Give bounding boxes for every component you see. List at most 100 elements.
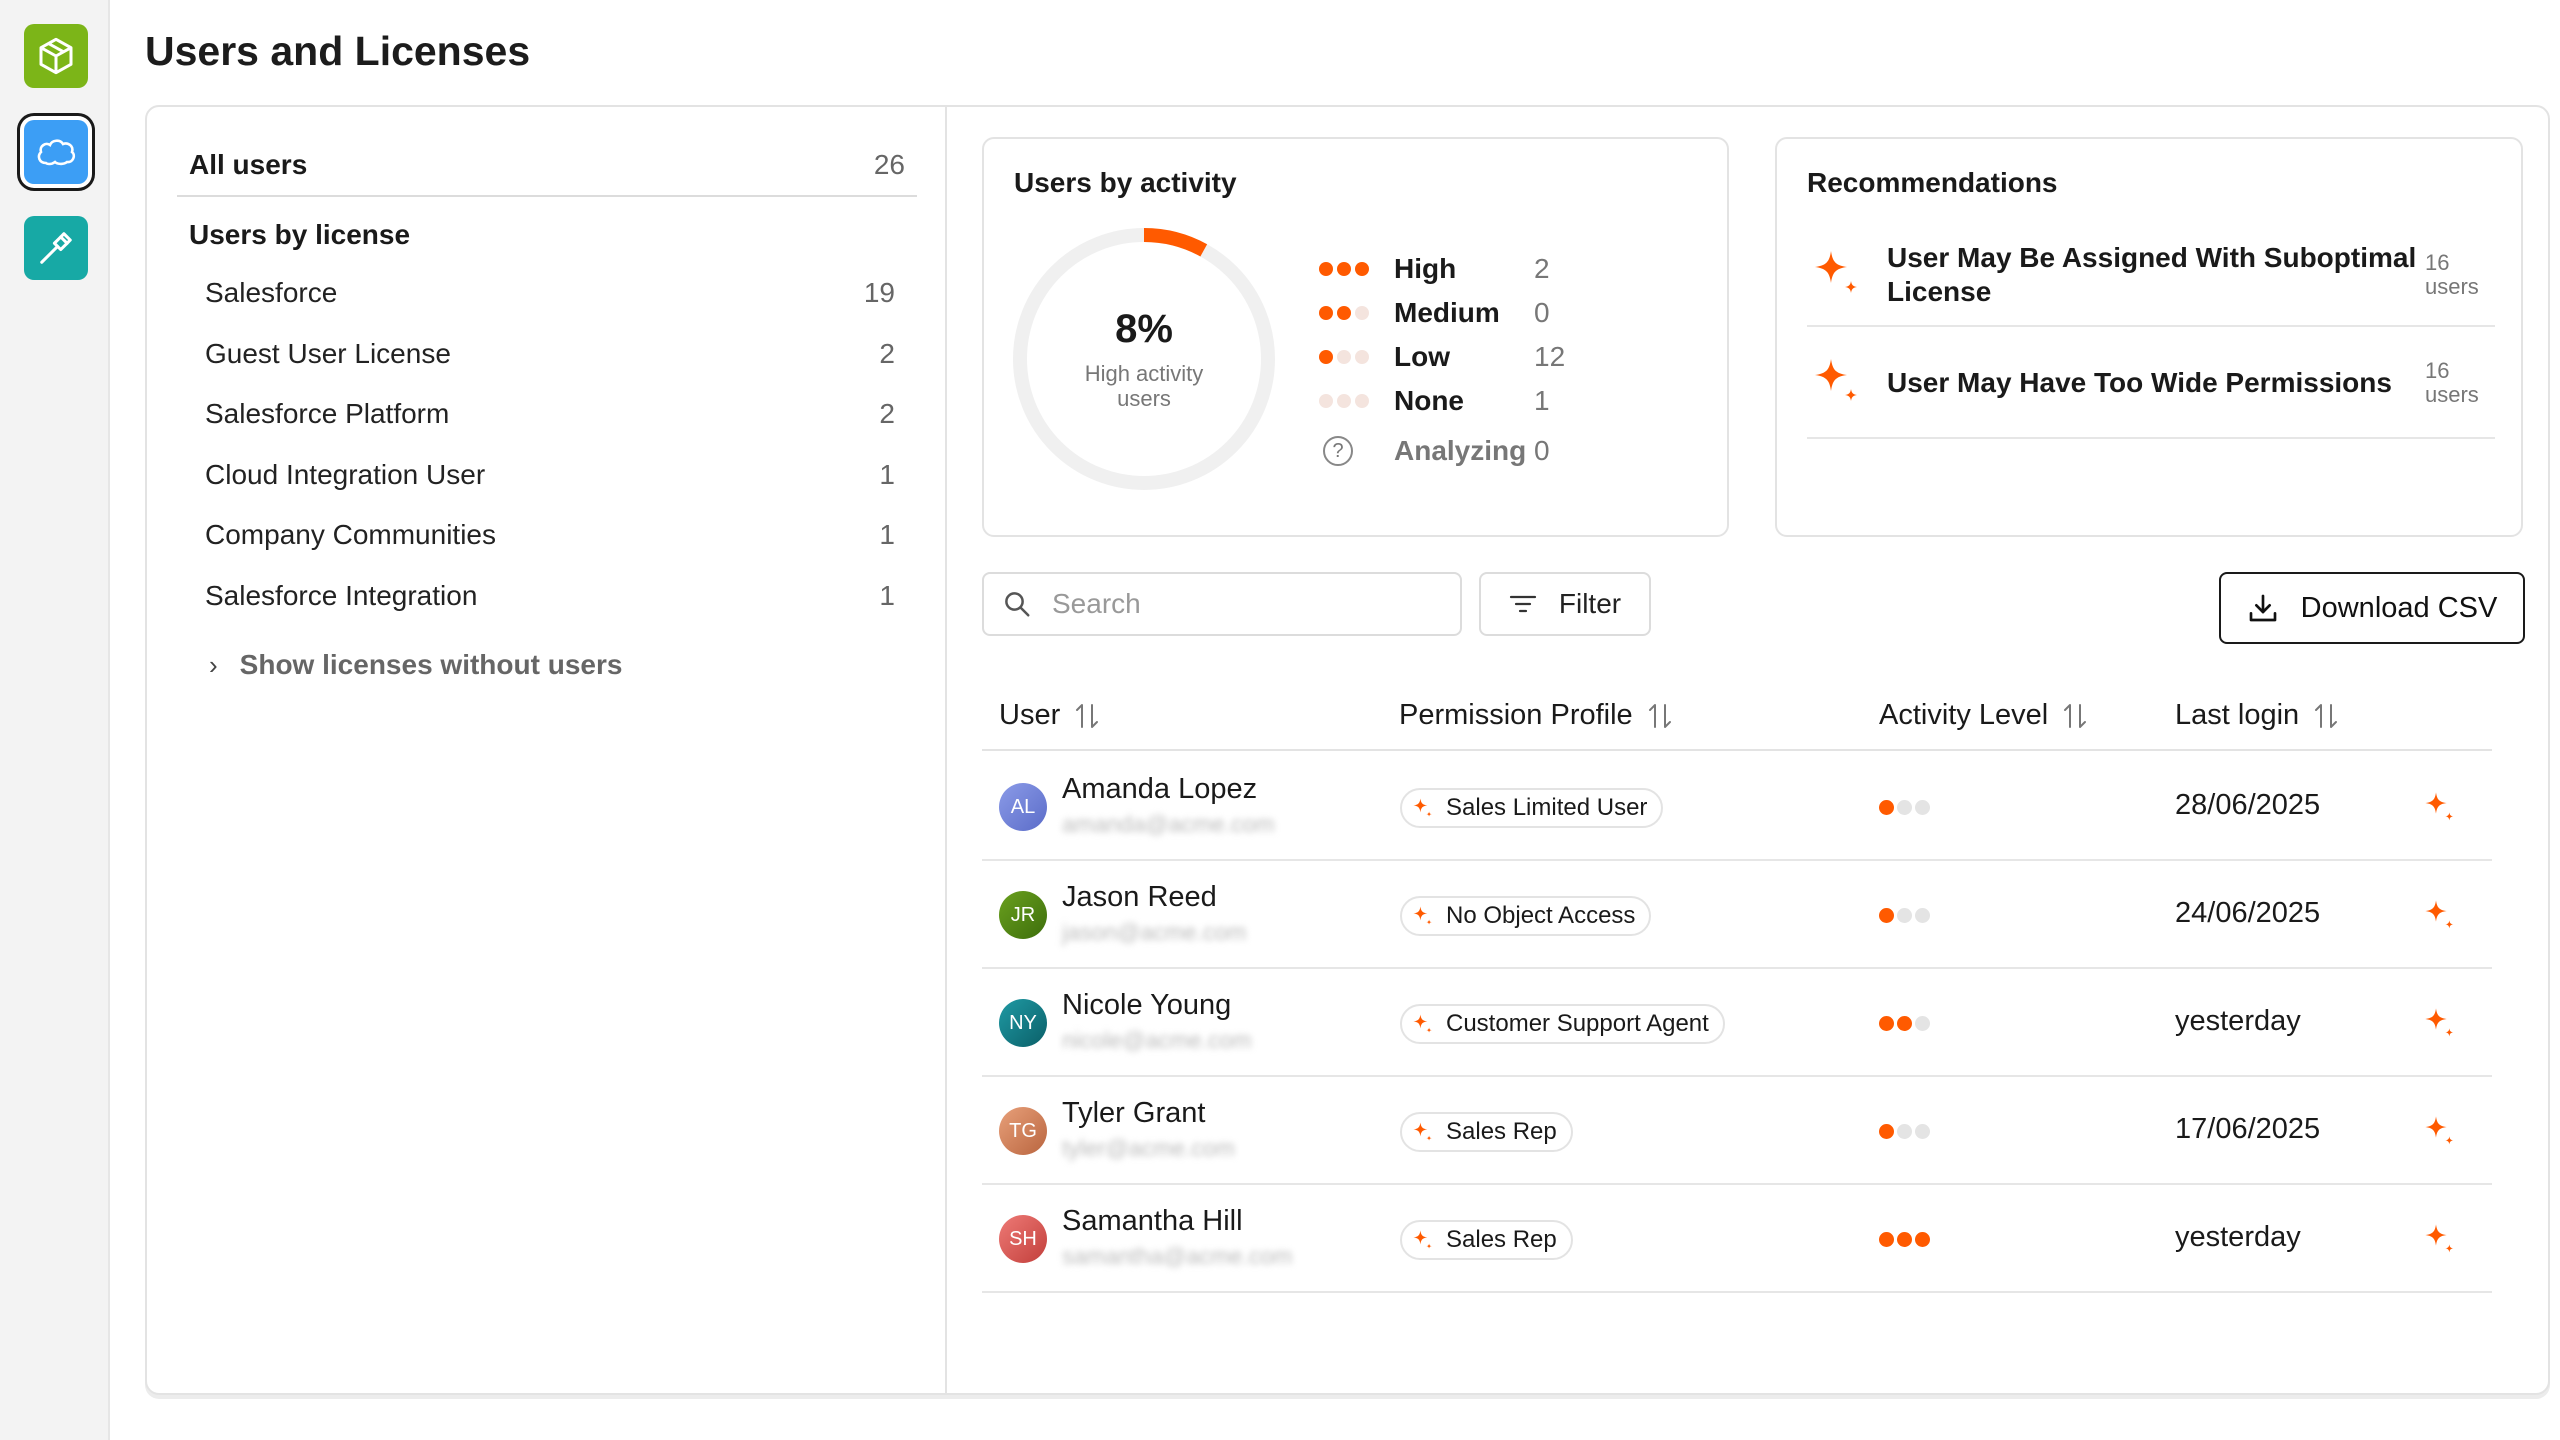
- search-input[interactable]: [1052, 588, 1432, 620]
- user-name[interactable]: Tyler Grant: [1062, 1097, 1205, 1130]
- license-count: 19: [863, 277, 895, 308]
- activity-row-high[interactable]: High 2: [1319, 247, 1565, 291]
- permission-profile-pill[interactable]: Customer Support Agent: [1400, 1004, 1725, 1044]
- chevron-right-icon: ›: [209, 649, 218, 680]
- column-permission-profile[interactable]: Permission Profile: [1399, 699, 1673, 732]
- profile-label: Customer Support Agent: [1446, 1010, 1709, 1037]
- download-csv-button[interactable]: Download CSV: [2219, 572, 2525, 644]
- license-item-guest-user[interactable]: Guest User License 2: [205, 338, 905, 399]
- salesforce-cloud-icon[interactable]: [24, 120, 88, 184]
- filter-label: Filter: [1558, 588, 1622, 619]
- all-users-count: 26: [873, 149, 905, 180]
- question-circle-icon: ?: [1323, 436, 1353, 466]
- sort-icon[interactable]: [2313, 701, 2339, 731]
- user-name[interactable]: Jason Reed: [1062, 881, 1217, 914]
- recommendation-suboptimal-license[interactable]: User May Be Assigned With Suboptimal Lic…: [1807, 225, 2495, 327]
- user-email: samantha@acme.com: [1062, 1243, 1293, 1269]
- recommendation-wide-permissions[interactable]: User May Have Too Wide Permissions 16 use…: [1807, 329, 2495, 439]
- activity-level-dots-icon: [1879, 1232, 1930, 1247]
- activity-dot-filled: [1879, 1124, 1894, 1139]
- license-item-salesforce-platform[interactable]: Salesforce Platform 2: [205, 398, 905, 459]
- high-activity-percent: 8%: [1115, 307, 1173, 351]
- activity-dot-filled: [1897, 1016, 1912, 1031]
- activity-dots-low-icon: [1319, 350, 1394, 364]
- show-licenses-toggle[interactable]: › Show licenses without users: [209, 649, 622, 681]
- license-count: 1: [879, 458, 895, 490]
- user-name[interactable]: Nicole Young: [1062, 989, 1231, 1022]
- cube-app-icon[interactable]: [24, 24, 88, 88]
- table-row[interactable]: AL Amanda Lopez amanda@acme.com Sales Li…: [982, 753, 2492, 861]
- filter-icon: [1509, 595, 1536, 613]
- column-user[interactable]: User: [999, 699, 1100, 732]
- sort-icon[interactable]: [2062, 701, 2088, 731]
- activity-dot-empty: [1915, 800, 1930, 815]
- license-label: Guest User License: [205, 337, 451, 369]
- activity-legend: High 2 Medium 0 Low 12 None 1 ? Analyzin…: [1319, 247, 1565, 473]
- user-name[interactable]: Samantha Hill: [1062, 1205, 1243, 1238]
- activity-dot-filled: [1879, 908, 1894, 923]
- filter-button[interactable]: Filter: [1479, 572, 1651, 636]
- activity-label: Analyzing: [1394, 435, 1527, 466]
- count-value: 16: [2425, 250, 2450, 275]
- avatar: AL: [999, 783, 1047, 831]
- permission-profile-pill[interactable]: Sales Limited User: [1400, 788, 1664, 828]
- sparkle-icon[interactable]: [2420, 1219, 2460, 1264]
- app-rail: [0, 0, 110, 1440]
- activity-row-analyzing[interactable]: ? Analyzing 0: [1319, 429, 1565, 473]
- activity-dot-empty: [1915, 908, 1930, 923]
- sort-icon[interactable]: [1074, 701, 1100, 731]
- sort-icon[interactable]: [1647, 701, 1673, 731]
- permission-profile-pill[interactable]: Sales Rep: [1400, 1220, 1573, 1260]
- sparkle-icon: [1413, 798, 1432, 817]
- sparkle-icon[interactable]: [2420, 895, 2460, 940]
- activity-dot-empty: [1897, 908, 1912, 923]
- sparkle-icon[interactable]: [2420, 1111, 2460, 1156]
- activity-row-none[interactable]: None 1: [1319, 379, 1565, 423]
- sparkle-icon: [1413, 1014, 1432, 1033]
- column-label: Last login: [2175, 699, 2300, 731]
- license-item-salesforce-integration[interactable]: Salesforce Integration 1: [205, 580, 905, 641]
- all-users-item[interactable]: All users 26: [177, 147, 917, 197]
- sparkle-icon[interactable]: [2420, 787, 2460, 832]
- avatar: NY: [999, 999, 1047, 1047]
- recommendation-user-count: 16 users: [2425, 359, 2495, 407]
- license-count: 1: [879, 519, 895, 550]
- download-csv-label: Download CSV: [2300, 591, 2498, 624]
- column-label: Activity Level: [1879, 699, 2049, 731]
- table-row[interactable]: JR Jason Reed jason@acme.com No Object A…: [982, 861, 2492, 969]
- activity-dots-medium-icon: [1319, 306, 1394, 320]
- high-activity-caption: High activity users: [1012, 361, 1276, 411]
- license-item-cloud-integration[interactable]: Cloud Integration User 1: [205, 459, 905, 520]
- user-name[interactable]: Amanda Lopez: [1062, 773, 1257, 806]
- last-login: yesterday: [2175, 1005, 2301, 1037]
- download-icon: [2249, 594, 2277, 622]
- table-row[interactable]: TG Tyler Grant tyler@acme.com Sales Rep …: [982, 1077, 2492, 1185]
- avatar: JR: [999, 891, 1047, 939]
- users-table-header: User Permission Profile Activity Level L…: [982, 687, 2492, 751]
- activity-count: 0: [1534, 435, 1550, 466]
- count-unit: users: [2425, 274, 2479, 299]
- license-item-salesforce[interactable]: Salesforce 19: [205, 277, 905, 338]
- table-row[interactable]: SH Samantha Hill samantha@acme.com Sales…: [982, 1185, 2492, 1293]
- hammer-tool-icon[interactable]: [24, 216, 88, 280]
- column-last-login[interactable]: Last login: [2175, 699, 2339, 732]
- search-box[interactable]: [982, 572, 1462, 636]
- column-label: Permission Profile: [1399, 699, 1633, 731]
- activity-level-dots-icon: [1879, 800, 1930, 815]
- table-row[interactable]: NY Nicole Young nicole@acme.com Customer…: [982, 969, 2492, 1077]
- license-item-company-communities[interactable]: Company Communities 1: [205, 519, 905, 580]
- last-login: 28/06/2025: [2175, 789, 2321, 821]
- permission-profile-pill[interactable]: Sales Rep: [1400, 1112, 1573, 1152]
- activity-row-low[interactable]: Low 12: [1319, 335, 1565, 379]
- show-licenses-label: Show licenses without users: [239, 649, 623, 680]
- permission-profile-pill[interactable]: No Object Access: [1400, 896, 1652, 936]
- activity-label: None: [1394, 385, 1464, 416]
- activity-row-medium[interactable]: Medium 0: [1319, 291, 1565, 335]
- column-activity-level[interactable]: Activity Level: [1879, 699, 2088, 732]
- activity-dots-high-icon: [1319, 262, 1394, 276]
- count-value: 16: [2425, 358, 2450, 383]
- sparkle-icon[interactable]: [2420, 1003, 2460, 1048]
- user-email: tyler@acme.com: [1062, 1135, 1235, 1161]
- users-by-activity-card: Users by activity 8% High activity users…: [982, 137, 1729, 537]
- sparkle-icon: [1807, 351, 1887, 416]
